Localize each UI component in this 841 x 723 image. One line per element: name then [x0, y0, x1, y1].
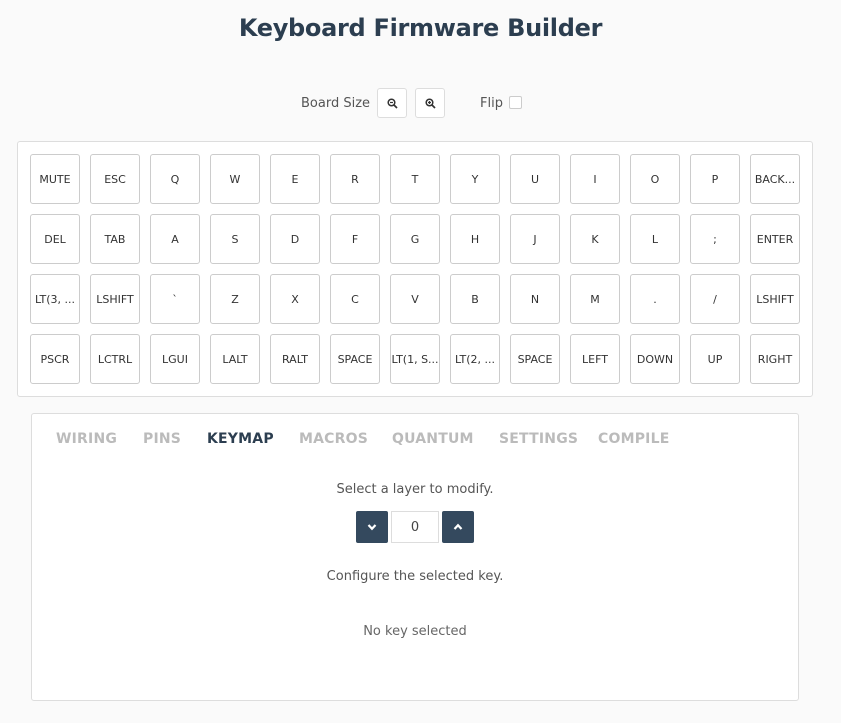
- board-controls: Board Size Flip: [0, 88, 841, 120]
- key[interactable]: RIGHT: [750, 334, 800, 384]
- key[interactable]: R: [330, 154, 380, 204]
- config-panel: WIRING PINS KEYMAP MACROS QUANTUM SETTIN…: [31, 413, 799, 701]
- key[interactable]: H: [450, 214, 500, 264]
- key[interactable]: PSCR: [30, 334, 80, 384]
- key[interactable]: UP: [690, 334, 740, 384]
- key[interactable]: N: [510, 274, 560, 324]
- key[interactable]: L: [630, 214, 680, 264]
- key[interactable]: J: [510, 214, 560, 264]
- flip-label: Flip: [480, 96, 503, 111]
- key[interactable]: ESC: [90, 154, 140, 204]
- key[interactable]: P: [690, 154, 740, 204]
- key[interactable]: DOWN: [630, 334, 680, 384]
- no-key-selected-text: No key selected: [363, 624, 467, 639]
- key[interactable]: B: [450, 274, 500, 324]
- key[interactable]: LALT: [210, 334, 260, 384]
- key[interactable]: T: [390, 154, 440, 204]
- key[interactable]: S: [210, 214, 260, 264]
- key[interactable]: TAB: [90, 214, 140, 264]
- key[interactable]: V: [390, 274, 440, 324]
- tab-keymap[interactable]: KEYMAP: [207, 431, 274, 447]
- chevron-down-icon: [367, 524, 377, 531]
- key[interactable]: LSHIFT: [90, 274, 140, 324]
- key[interactable]: RALT: [270, 334, 320, 384]
- key[interactable]: A: [150, 214, 200, 264]
- key[interactable]: G: [390, 214, 440, 264]
- zoom-in-button[interactable]: [415, 88, 445, 118]
- chevron-up-icon: [453, 523, 463, 530]
- key[interactable]: SPACE: [330, 334, 380, 384]
- key[interactable]: LT(3, ...: [30, 274, 80, 324]
- key[interactable]: BACK...: [750, 154, 800, 204]
- tab-quantum[interactable]: QUANTUM: [392, 431, 474, 447]
- key[interactable]: /: [690, 274, 740, 324]
- key[interactable]: Y: [450, 154, 500, 204]
- tab-settings[interactable]: SETTINGS: [499, 431, 578, 447]
- key[interactable]: `: [150, 274, 200, 324]
- key[interactable]: I: [570, 154, 620, 204]
- page-title: Keyboard Firmware Builder: [238, 14, 603, 42]
- layer-input[interactable]: [391, 511, 439, 543]
- tab-wiring[interactable]: WIRING: [56, 431, 117, 447]
- flip-checkbox[interactable]: [509, 96, 522, 109]
- layer-up-button[interactable]: [442, 511, 474, 543]
- key[interactable]: ;: [690, 214, 740, 264]
- board-size-label: Board Size: [301, 96, 371, 111]
- key[interactable]: K: [570, 214, 620, 264]
- key[interactable]: Z: [210, 274, 260, 324]
- key[interactable]: W: [210, 154, 260, 204]
- key[interactable]: C: [330, 274, 380, 324]
- key[interactable]: LEFT: [570, 334, 620, 384]
- key[interactable]: LT(2, ...: [450, 334, 500, 384]
- tab-pins[interactable]: PINS: [143, 431, 181, 447]
- key[interactable]: LGUI: [150, 334, 200, 384]
- zoom-in-icon: [424, 97, 436, 109]
- keyboard-layout: MUTE ESC Q W E R T Y U I O P BACK... DEL TAB A S D F G H J K L;…: [17, 141, 813, 397]
- tab-compile[interactable]: COMPILE: [598, 431, 669, 447]
- zoom-out-icon: [386, 97, 398, 109]
- key[interactable]: M: [570, 274, 620, 324]
- key[interactable]: E: [270, 154, 320, 204]
- key[interactable]: U: [510, 154, 560, 204]
- key[interactable]: MUTE: [30, 154, 80, 204]
- key[interactable]: LT(1, S...: [390, 334, 440, 384]
- key[interactable]: LCTRL: [90, 334, 140, 384]
- layer-down-button[interactable]: [356, 511, 388, 543]
- key[interactable]: Q: [150, 154, 200, 204]
- tab-macros[interactable]: MACROS: [299, 431, 368, 447]
- key[interactable]: LSHIFT: [750, 274, 800, 324]
- select-layer-label: Select a layer to modify.: [336, 482, 494, 497]
- key[interactable]: .: [630, 274, 680, 324]
- key[interactable]: ENTER: [750, 214, 800, 264]
- key[interactable]: O: [630, 154, 680, 204]
- key[interactable]: X: [270, 274, 320, 324]
- key[interactable]: SPACE: [510, 334, 560, 384]
- configure-key-label: Configure the selected key.: [326, 569, 504, 584]
- key[interactable]: D: [270, 214, 320, 264]
- key[interactable]: F: [330, 214, 380, 264]
- key[interactable]: DEL: [30, 214, 80, 264]
- zoom-out-button[interactable]: [377, 88, 407, 118]
